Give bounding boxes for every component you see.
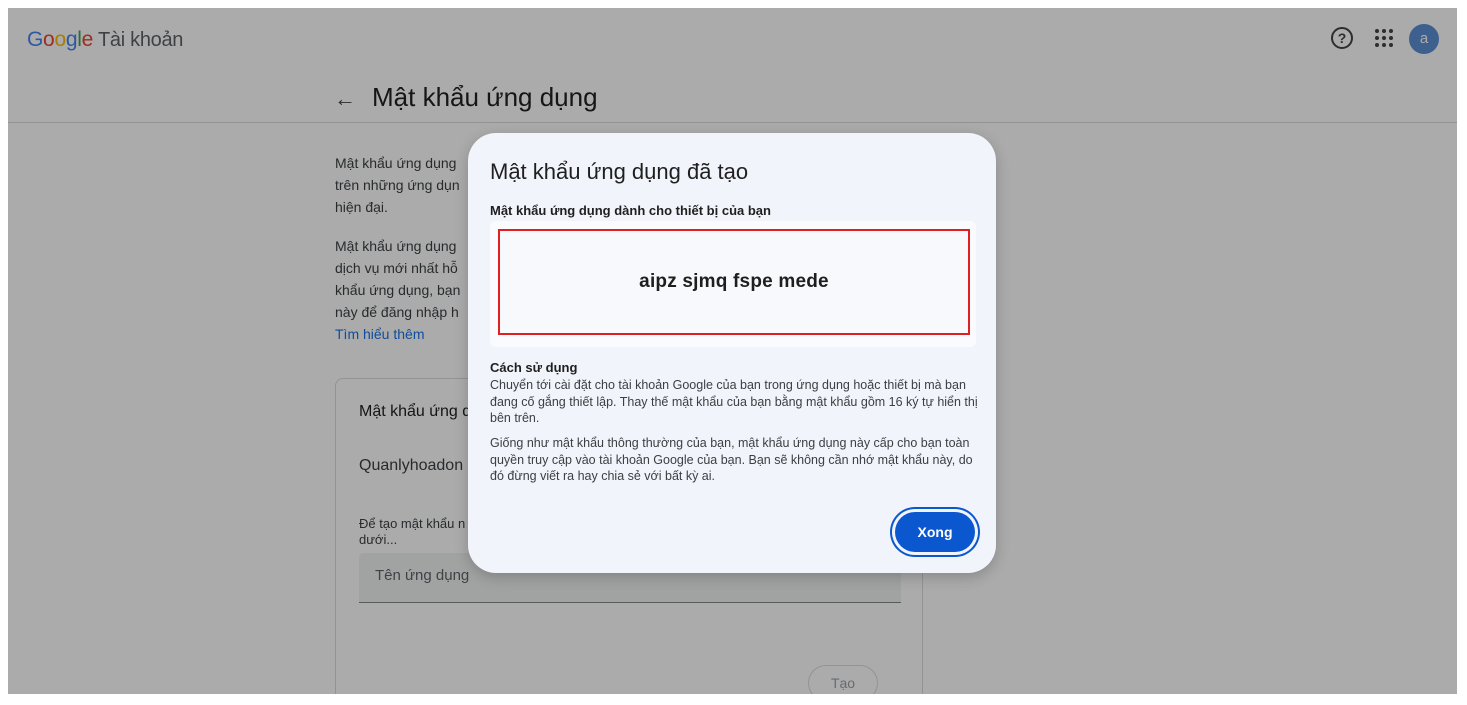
generated-password[interactable]: aipz sjmq fspe mede	[500, 231, 968, 333]
dialog-subtitle: Mật khẩu ứng dụng dành cho thiết bị của …	[490, 203, 771, 218]
usage-paragraph-1: Chuyển tới cài đặt cho tài khoản Google …	[490, 378, 978, 425]
dialog-title: Mật khẩu ứng dụng đã tạo	[490, 159, 749, 184]
done-button[interactable]: Xong	[895, 512, 975, 552]
generated-password-dialog: Mật khẩu ứng dụng đã tạo Mật khẩu ứng dụ…	[468, 133, 996, 573]
usage-title: Cách sử dụng	[490, 360, 578, 375]
password-highlight-box: aipz sjmq fspe mede	[498, 229, 970, 335]
browser-viewport: Google Tài khoản ? a ← Mật khẩu ứng dụng …	[8, 8, 1457, 694]
usage-paragraph-2: Giống như mật khẩu thông thường của bạn,…	[490, 436, 973, 483]
